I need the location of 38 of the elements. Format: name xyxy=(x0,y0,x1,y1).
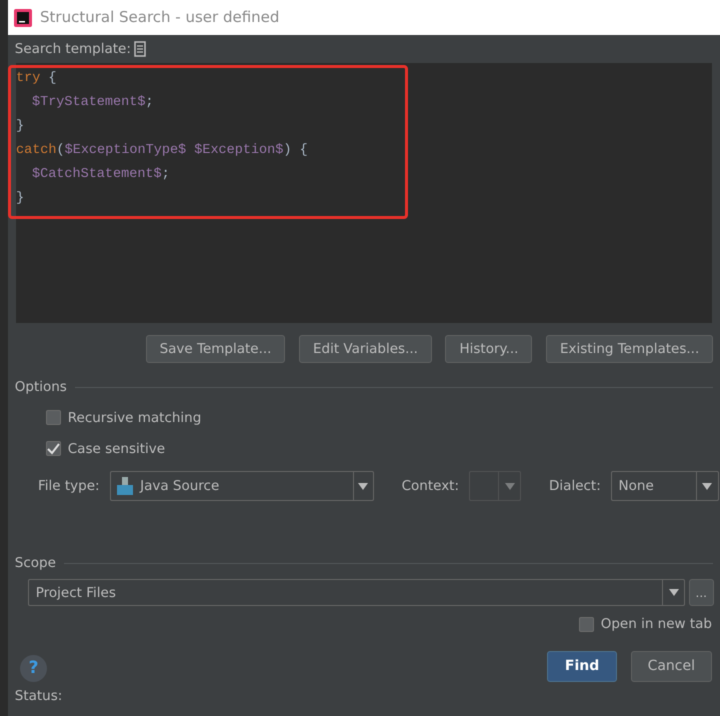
document-icon[interactable] xyxy=(134,41,146,57)
code-line: catch($ExceptionType$ $Exception$) { xyxy=(16,142,309,160)
checkbox[interactable] xyxy=(578,616,594,632)
java-file-icon xyxy=(117,477,134,495)
checkbox[interactable] xyxy=(46,410,61,426)
template-button[interactable]: Existing Templates... xyxy=(546,335,714,364)
dropdown-arrow-icon xyxy=(357,482,370,490)
code-line: try { xyxy=(16,70,58,88)
field-label: File type: xyxy=(38,476,100,496)
checkbox-label: Open in new tab xyxy=(600,615,712,634)
dropdown-arrow-icon xyxy=(701,482,714,490)
cancel-button[interactable]: Cancel xyxy=(630,650,712,682)
file-type-dropdown[interactable]: Java Source xyxy=(110,471,374,501)
code-line: $CatchStatement$; xyxy=(31,166,171,184)
template-button[interactable]: History... xyxy=(445,335,532,364)
template-button[interactable]: Edit Variables... xyxy=(298,335,432,364)
code-line: } xyxy=(16,190,26,208)
code-line: $TryStatement$; xyxy=(31,94,155,112)
checkbox-label: Case sensitive xyxy=(68,440,166,459)
checkbox-label: Recursive matching xyxy=(68,408,202,428)
code-line: } xyxy=(16,118,26,136)
app-logo-icon xyxy=(14,8,32,26)
checkbox[interactable] xyxy=(46,441,61,456)
dialect-dropdown[interactable]: None xyxy=(610,471,719,501)
section-title: Scope xyxy=(14,554,56,573)
scope-dropdown[interactable]: Project Files xyxy=(28,579,686,606)
window-title: Structural Search - user defined xyxy=(40,7,280,28)
find-button[interactable]: Find xyxy=(547,650,618,682)
more-button[interactable]: ... xyxy=(688,579,714,606)
dropdown-arrow-icon xyxy=(668,588,680,598)
status-label: Status: xyxy=(14,686,64,706)
section-title: Options xyxy=(14,378,67,398)
help-button[interactable]: ? xyxy=(20,654,47,682)
template-button[interactable]: Save Template... xyxy=(146,335,286,364)
field-label: Context: xyxy=(402,476,460,496)
field-label: Dialect: xyxy=(549,476,601,496)
template-label: Search template: xyxy=(14,40,131,59)
dropdown-arrow-icon xyxy=(504,482,516,490)
